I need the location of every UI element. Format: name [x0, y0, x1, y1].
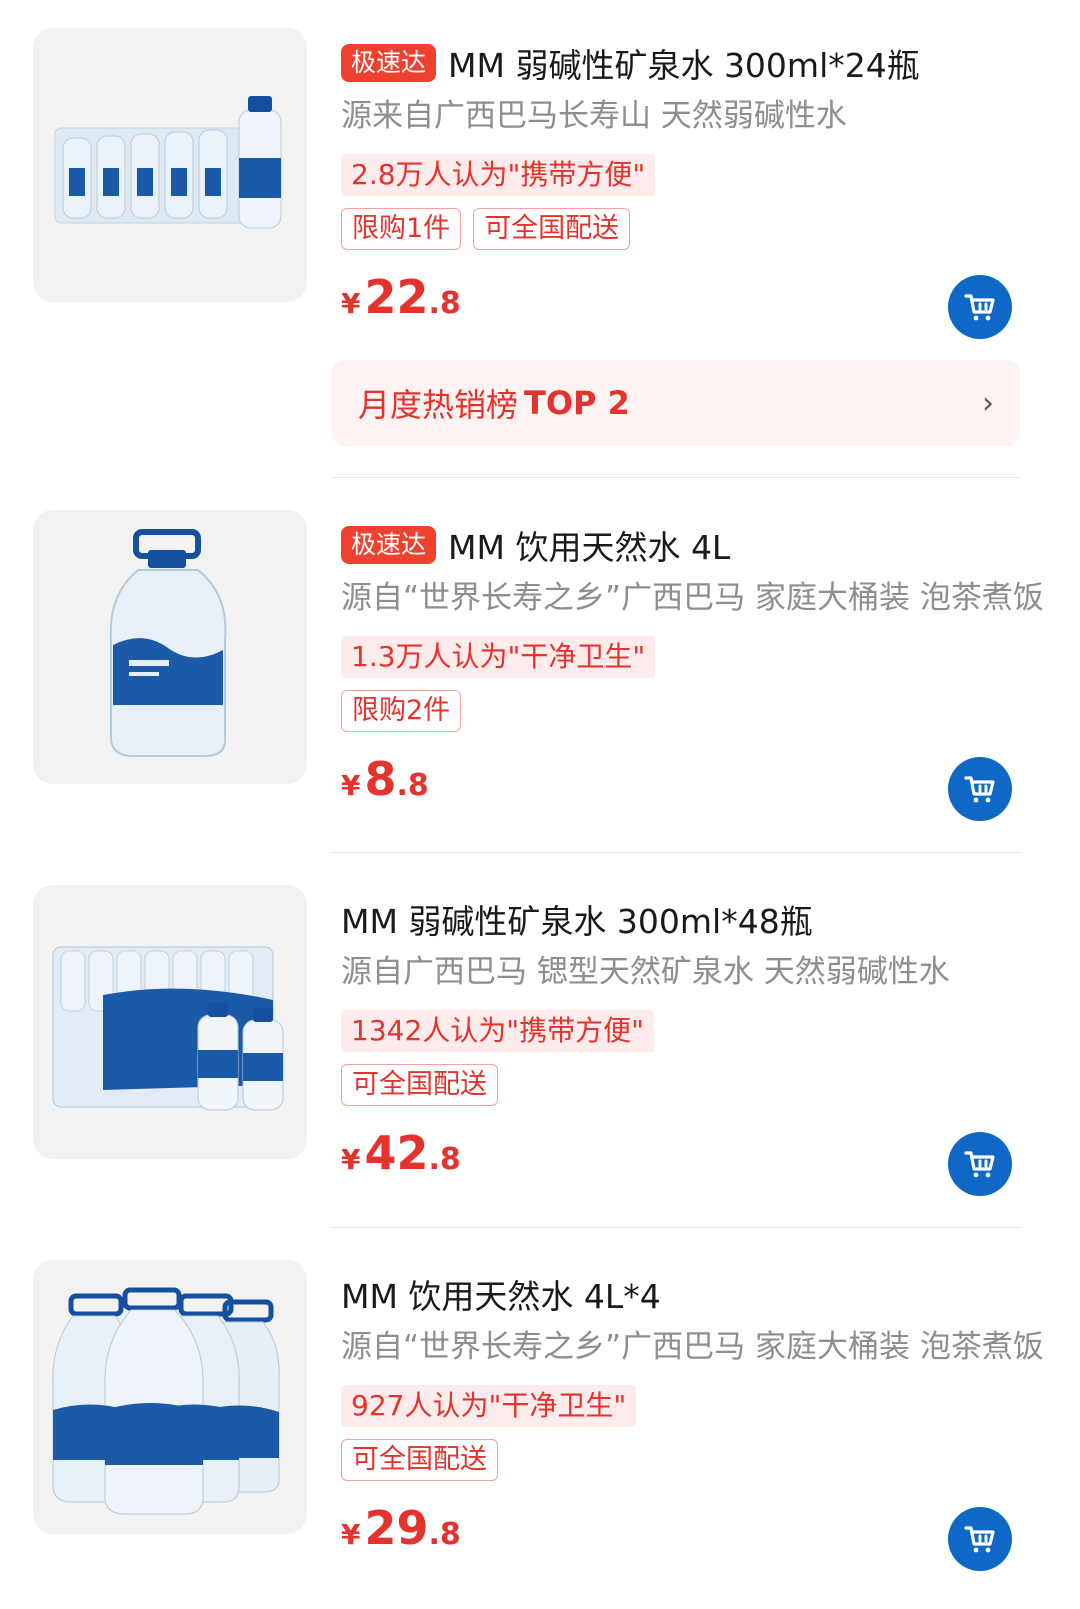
chevron-right-icon: ›	[982, 385, 994, 421]
add-to-cart-button[interactable]	[948, 1132, 1012, 1196]
nationwide-shipping-tag: 可全国配送	[473, 208, 631, 250]
price-currency: ¥	[341, 287, 361, 320]
product-price: ¥ 29 .8	[341, 1501, 1046, 1555]
price-decimal: .8	[428, 1517, 461, 1552]
product-title[interactable]: MM 弱碱性矿泉水 300ml*48瓶	[341, 890, 1046, 948]
water-jug-4l-x4-image	[33, 1260, 307, 1534]
price-integer: 22	[364, 270, 429, 324]
price-currency: ¥	[341, 769, 361, 802]
price-currency: ¥	[341, 1143, 361, 1176]
product-subtitle: 源自“世界长寿之乡”广西巴马 家庭大桶装 泡茶煮饭	[341, 1329, 1044, 1365]
product-image[interactable]	[33, 885, 307, 1159]
product-title[interactable]: MM 饮用天然水 4L*4	[341, 1265, 1046, 1323]
add-to-cart-button[interactable]	[948, 757, 1012, 821]
shopping-cart-icon	[964, 776, 995, 803]
express-delivery-badge: 极速达	[341, 44, 437, 82]
product-title[interactable]: 极速达 MM 弱碱性矿泉水 300ml*24瓶	[341, 34, 1046, 92]
product-title-text: MM 饮用天然水 4L	[448, 528, 731, 567]
product-subtitle: 源自广西巴马 锶型天然矿泉水 天然弱碱性水	[341, 954, 950, 990]
product-price: ¥ 22 .8	[341, 270, 1046, 324]
product-image[interactable]	[33, 510, 307, 784]
nationwide-shipping-tag: 可全国配送	[341, 1439, 498, 1481]
price-integer: 8	[364, 752, 397, 806]
social-proof-badge: 2.8万人认为"携带方便"	[341, 154, 656, 196]
rank-position: TOP 2	[524, 384, 630, 422]
product-price: ¥ 42 .8	[341, 1126, 1046, 1180]
price-decimal: .8	[428, 286, 461, 321]
product-title-text: MM 弱碱性矿泉水 300ml*48瓶	[341, 902, 813, 941]
product-title[interactable]: 极速达 MM 饮用天然水 4L	[341, 516, 1046, 574]
product-subtitle: 源来自广西巴马长寿山 天然弱碱性水	[341, 98, 847, 134]
price-currency: ¥	[341, 1518, 361, 1551]
product-image[interactable]	[33, 1260, 307, 1534]
add-to-cart-button[interactable]	[948, 1507, 1012, 1571]
price-integer: 29	[364, 1501, 429, 1555]
divider	[332, 477, 1020, 478]
price-decimal: .8	[428, 1142, 461, 1177]
product-list: 极速达 MM 弱碱性矿泉水 300ml*24瓶 源来自广西巴马长寿山 天然弱碱性…	[0, 0, 1080, 1609]
nationwide-shipping-tag: 可全国配送	[341, 1064, 498, 1106]
product-title-text: MM 弱碱性矿泉水 300ml*24瓶	[448, 46, 920, 85]
divider	[332, 1227, 1020, 1228]
shopping-cart-icon	[964, 1151, 995, 1178]
purchase-limit-tag: 限购2件	[341, 690, 462, 732]
monthly-hot-sales-rank-banner[interactable]: 月度热销榜 TOP 2 ›	[332, 360, 1020, 446]
water-pack-24-image	[33, 28, 307, 302]
water-pack-48-image	[33, 885, 307, 1159]
purchase-limit-tag: 限购1件	[341, 208, 462, 250]
shopping-cart-icon	[964, 294, 995, 321]
rank-label: 月度热销榜	[358, 386, 519, 424]
social-proof-badge: 927人认为"干净卫生"	[341, 1385, 637, 1427]
shopping-cart-icon	[964, 1526, 995, 1553]
water-jug-4l-image	[33, 510, 307, 784]
price-integer: 42	[364, 1126, 429, 1180]
social-proof-badge: 1342人认为"携带方便"	[341, 1010, 655, 1052]
add-to-cart-button[interactable]	[948, 275, 1012, 339]
price-decimal: .8	[396, 768, 429, 803]
product-title-text: MM 饮用天然水 4L*4	[341, 1277, 661, 1316]
social-proof-badge: 1.3万人认为"干净卫生"	[341, 636, 656, 678]
product-subtitle: 源自“世界长寿之乡”广西巴马 家庭大桶装 泡茶煮饭	[341, 580, 1044, 616]
product-price: ¥ 8 .8	[341, 752, 1046, 806]
divider	[332, 852, 1020, 853]
express-delivery-badge: 极速达	[341, 526, 437, 564]
product-image[interactable]	[33, 28, 307, 302]
